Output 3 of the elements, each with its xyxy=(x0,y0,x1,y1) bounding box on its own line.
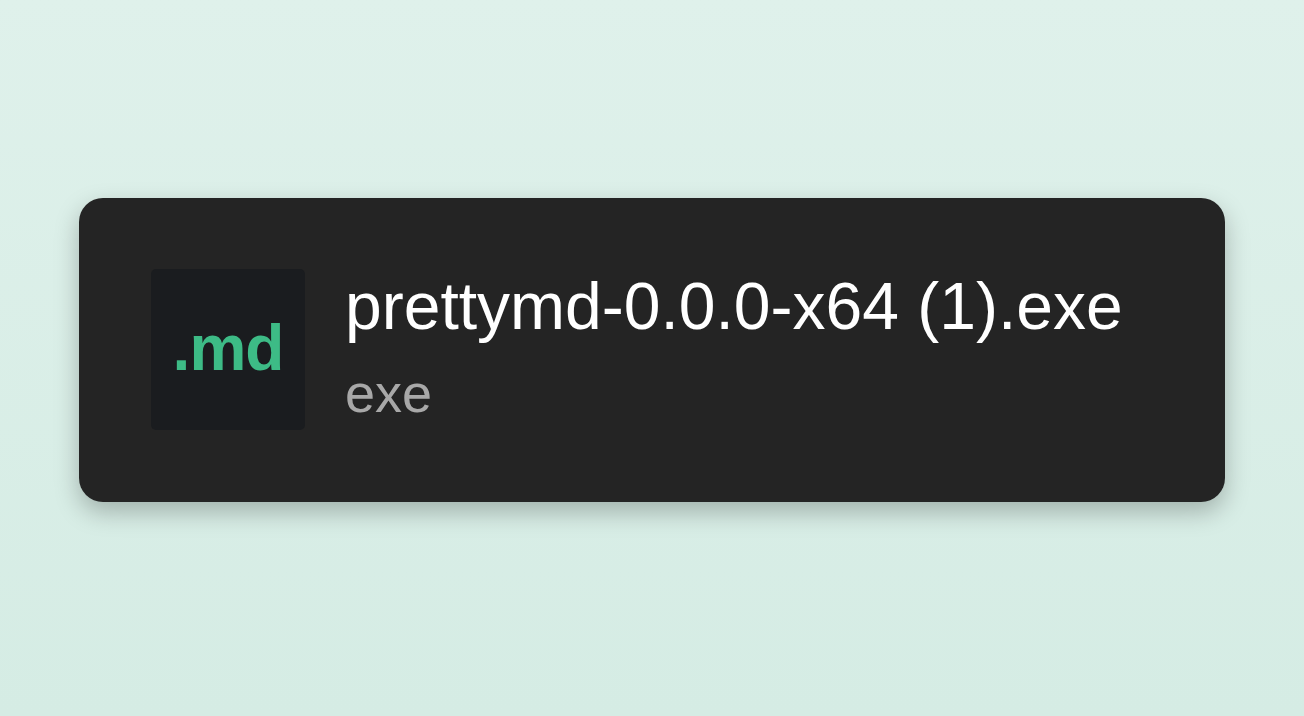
file-name: prettymd-0.0.0-x64 (1).exe xyxy=(345,270,1123,342)
file-type: exe xyxy=(345,363,433,423)
md-file-icon: .md xyxy=(151,269,305,430)
